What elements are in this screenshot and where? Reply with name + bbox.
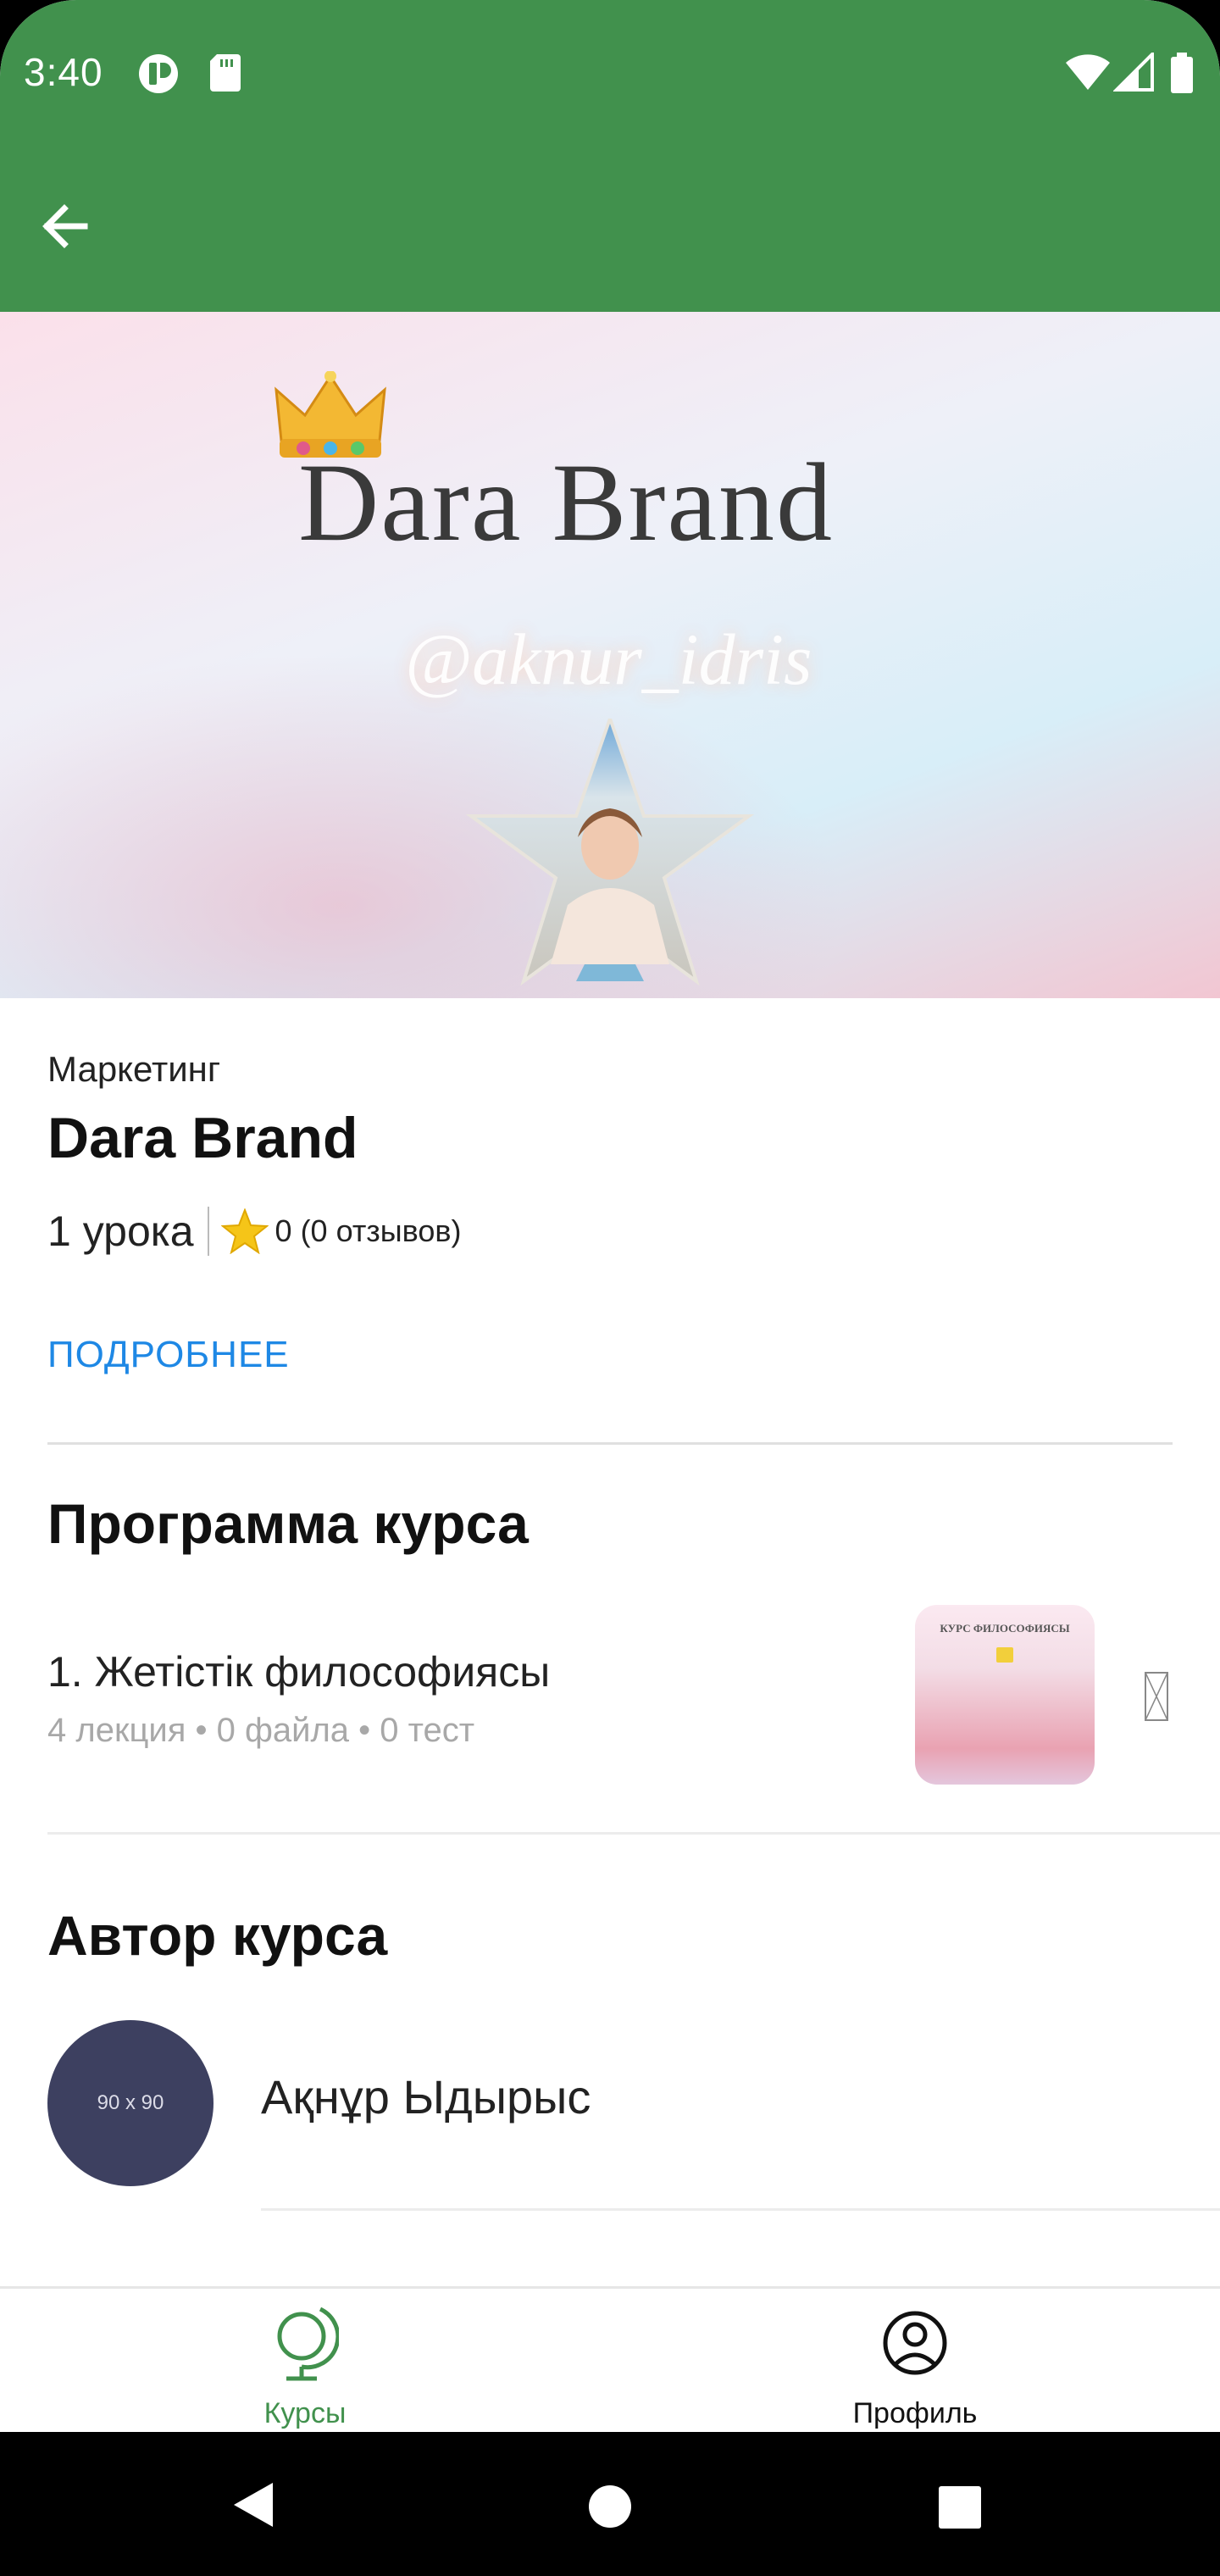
program-section-title: Программа курса (47, 1492, 529, 1555)
course-title: Dara Brand (47, 1106, 358, 1170)
course-meta: 1 урока 0 (0 отзывов) (47, 1202, 462, 1261)
nav-label-courses: Курсы (263, 2397, 347, 2429)
app-bar (0, 144, 1220, 312)
lessons-count: 1 урока (47, 1208, 194, 1255)
lesson-name: 1. Жетістік философиясы (47, 1648, 551, 1696)
bottom-navigation: Курсы Профиль (0, 2286, 1220, 2432)
nav-item-profile[interactable]: Профиль (610, 2289, 1220, 2432)
banner-handle: @aknur_idris (405, 619, 812, 700)
divider (47, 1442, 1173, 1445)
cell-signal-icon (1113, 53, 1154, 92)
course-category: Маркетинг (47, 1049, 221, 1089)
nav-label-profile: Профиль (852, 2397, 978, 2429)
author-avatar[interactable]: 90 x 90 (47, 2020, 214, 2186)
globe-icon (277, 2307, 339, 2381)
missing-glyph-icon (1145, 1672, 1168, 1721)
sticky-note-icon (996, 1647, 1013, 1663)
status-time: 3:40 (24, 50, 103, 94)
star-photo-image (466, 719, 754, 986)
rating-text: 0 (0 отзывов) (274, 1213, 462, 1248)
screen: 3:40 Dara Brand @aknur_idris Маркетинг D… (0, 0, 1220, 2432)
lesson-item[interactable]: 1. Жетістік философиясы 4 лекция • 0 фай… (0, 1605, 1220, 1842)
account-circle-icon (883, 2311, 947, 2375)
arrow-left-icon (42, 204, 88, 248)
more-details-link[interactable]: ПОДРОБНЕЕ (47, 1334, 290, 1376)
battery-icon (1171, 53, 1193, 93)
banner-title: Dara Brand (298, 440, 835, 564)
avatar-placeholder-text: 90 x 90 (97, 2091, 164, 2114)
system-home-icon[interactable] (586, 2483, 634, 2530)
status-bar: 3:40 (0, 0, 1220, 144)
divider (47, 1832, 1220, 1835)
divider (261, 2208, 1220, 2211)
lesson-thumbnail: КУРС ФИЛОСОФИЯСЫ (915, 1605, 1095, 1785)
back-button[interactable] (36, 197, 120, 264)
meta-divider (207, 1207, 209, 1256)
thumbnail-text: КУРС ФИЛОСОФИЯСЫ (940, 1622, 1070, 1635)
system-back-icon[interactable] (229, 2479, 280, 2530)
wifi-icon (1066, 54, 1110, 90)
lesson-meta: 4 лекция • 0 файла • 0 тест (47, 1712, 475, 1749)
sd-card-icon (210, 54, 241, 92)
star-icon (220, 1208, 269, 1254)
nav-item-courses[interactable]: Курсы (0, 2289, 610, 2432)
author-section-title: Автор курса (47, 1904, 388, 1967)
course-banner: Dara Brand @aknur_idris (0, 312, 1220, 998)
author-name[interactable]: Ақнұр Ыдырыс (261, 2069, 591, 2124)
system-recents-icon[interactable] (937, 2484, 983, 2530)
app-notification-icon (139, 54, 178, 93)
system-navigation-bar (0, 2432, 1220, 2576)
